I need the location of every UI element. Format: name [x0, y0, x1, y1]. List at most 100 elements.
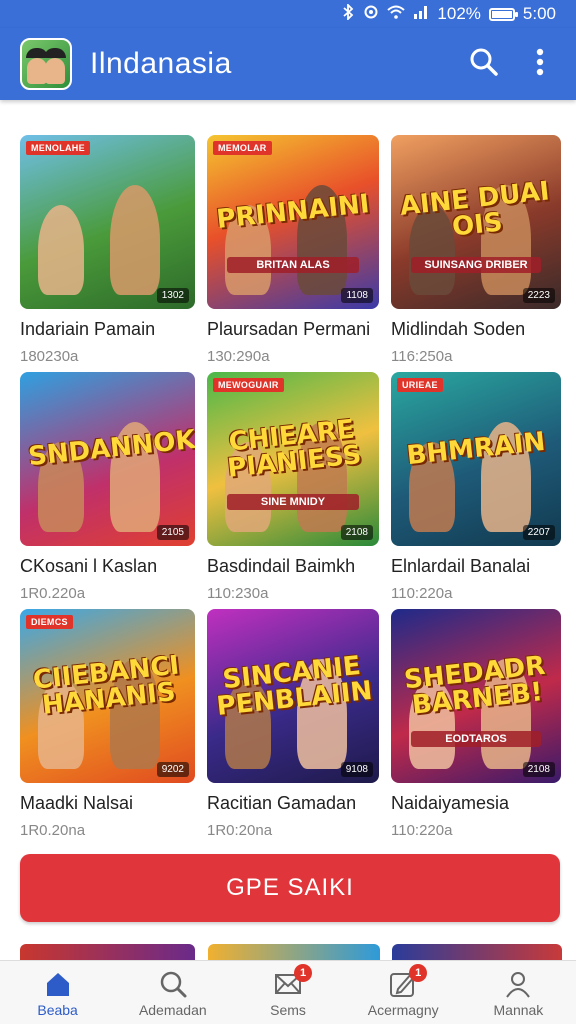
game-thumbnail[interactable]: SNDANNOK 2105 — [20, 372, 195, 546]
game-title[interactable]: Naidaiyamesia — [391, 793, 561, 814]
thumbnail-subline: SUINSANG DRIBER — [411, 257, 541, 273]
profile-icon — [502, 968, 534, 1000]
game-meta: 110:220a — [391, 585, 453, 602]
nav-label: Ademadan — [138, 1001, 207, 1018]
game-card[interactable]: SNDANNOK 2105 CKosani l Kaslan 1R0.220a — [20, 372, 195, 609]
thumbnail-headline: SNDANNOK — [26, 424, 195, 472]
thumbnail-count: 1108 — [341, 288, 373, 303]
game-thumbnail[interactable]: MEMOLAR PRINNAINI BRITAN ALAS 1108 — [207, 135, 379, 309]
mail-icon: 1 — [272, 963, 312, 1000]
thumbnail-count: 2108 — [340, 525, 373, 540]
battery-level — [491, 10, 512, 18]
game-card[interactable]: SINCANIE PENBLAIIN 9108 Racitian Gamadan 1R… — [207, 609, 379, 846]
app-root: 102% 5:00 Ilndanasia MENOLAHE 1302 Indaria… — [0, 0, 576, 1024]
nav-label: Beaba — [37, 1001, 78, 1018]
thumbnail-tag: MEMOLAR — [213, 141, 272, 155]
game-meta: 110:230a — [207, 585, 269, 602]
sync-icon — [363, 4, 379, 24]
thumbnail-headline: PRINNAINI — [215, 188, 371, 235]
game-title[interactable]: Midlindah Soden — [391, 319, 561, 340]
notification-badge: 1 — [409, 963, 428, 982]
game-title[interactable]: Plaursadan Permani — [207, 319, 379, 340]
character-figure — [38, 205, 84, 295]
edit-icon: 1 — [387, 963, 428, 1000]
thumbnail-count: 1302 — [156, 288, 189, 303]
game-card[interactable]: MEMOLAR PRINNAINI BRITAN ALAS 1108 Plaursada… — [207, 135, 379, 372]
nav-item-profile[interactable]: Mannak — [461, 961, 576, 1024]
game-title[interactable]: Racitian Gamadan — [207, 793, 379, 814]
game-meta: 1R0.220a — [20, 585, 86, 602]
game-thumbnail[interactable]: SINCANIE PENBLAIIN 9108 — [207, 609, 379, 783]
game-card[interactable]: MEWOGUAIR CHIEARE PIANIESS SINE MNIDY 2108 B… — [207, 372, 379, 609]
game-card[interactable]: URIEAE BHMRAIN 2207 Elnlardail Banalai 110:2… — [391, 372, 561, 609]
nav-label: Acermagny — [367, 1001, 439, 1018]
game-thumbnail[interactable]: URIEAE BHMRAIN 2207 — [391, 372, 561, 546]
thumbnail-subline: BRITAN ALAS — [227, 257, 359, 273]
search-icon — [469, 47, 499, 82]
clock: 5:00 — [522, 4, 556, 23]
game-thumbnail[interactable]: DIEMCS CIIEBANCI HANANIS 9202 — [20, 609, 195, 783]
thumbnail-tag: MENOLAHE — [26, 141, 90, 155]
bluetooth-icon — [341, 2, 355, 24]
battery-icon — [488, 7, 518, 21]
game-meta: 180230a — [20, 348, 79, 365]
nav-item-home[interactable]: Beaba — [0, 961, 115, 1024]
game-title[interactable]: Elnlardail Banalai — [391, 556, 561, 577]
thumbnail-tag: MEWOGUAIR — [213, 378, 284, 392]
thumbnail-subline: EODTAROS — [411, 731, 541, 747]
nav-item-search[interactable]: Ademadan — [115, 961, 230, 1024]
game-title[interactable]: Indariain Pamain — [20, 319, 195, 340]
thumbnail-count: 2223 — [522, 288, 555, 303]
logo-face — [27, 58, 47, 84]
app-bar: Ilndanasia — [0, 28, 576, 100]
game-meta: 1R0.20na — [20, 822, 86, 839]
thumbnail-count: 2105 — [156, 525, 189, 540]
bottom-navigation: Beaba Ademadan 1 Sems 1 Acermagny Mannak — [0, 960, 576, 1024]
game-card[interactable]: DIEMCS CIIEBANCI HANANIS 9202 Maadki Nalsai… — [20, 609, 195, 846]
thumbnail-subline: SINE MNIDY — [227, 494, 359, 510]
thumbnail-tag: URIEAE — [397, 378, 443, 392]
nav-label: Sems — [270, 1001, 306, 1018]
game-thumbnail[interactable]: MENOLAHE 1302 — [20, 135, 195, 309]
thumbnail-headline: SHEDADR BARNEB! — [402, 650, 547, 721]
cta-button[interactable]: GPE SAIKI — [20, 854, 560, 922]
game-thumbnail[interactable]: SHEDADR BARNEB! EODTAROS 2108 — [391, 609, 561, 783]
notification-badge: 1 — [294, 963, 312, 982]
game-title[interactable]: Maadki Nalsai — [20, 793, 195, 814]
thumbnail-headline: SINCANIE PENBLAIIN — [215, 650, 374, 722]
game-card[interactable]: SHEDADR BARNEB! EODTAROS 2108 Naidaiyamesia… — [391, 609, 561, 846]
thumbnail-headline: CIIEBANCI HANANIS — [31, 650, 181, 721]
app-logo[interactable] — [20, 38, 72, 90]
thumbnail-count: 9108 — [340, 762, 373, 777]
thumbnail-headline: CHIEARE PIANIESS — [225, 414, 363, 484]
wifi-icon — [387, 5, 406, 23]
thumbnail-tag: DIEMCS — [26, 615, 73, 629]
thumbnail-count: 2207 — [522, 525, 555, 540]
game-card[interactable]: AINE DUAI OIS SUINSANG DRIBER 2223 Midlinda… — [391, 135, 561, 372]
thumbnail-headline: BHMRAIN — [405, 426, 547, 471]
thumbnail-count: 2108 — [522, 762, 555, 777]
character-figure — [110, 185, 160, 295]
game-thumbnail[interactable]: MEWOGUAIR CHIEARE PIANIESS SINE MNIDY 2108 — [207, 372, 379, 546]
logo-face — [45, 58, 65, 84]
nav-item-edit[interactable]: 1 Acermagny — [346, 961, 461, 1024]
more-options-button[interactable] — [518, 42, 562, 86]
app-title: Ilndanasia — [90, 47, 232, 80]
status-bar: 102% 5:00 — [0, 0, 576, 28]
logo-hat — [44, 48, 66, 58]
game-card[interactable]: MENOLAHE 1302 Indariain Pamain 180230a — [20, 135, 195, 372]
game-title[interactable]: Basdindail Baimkh — [207, 556, 379, 577]
game-thumbnail[interactable]: AINE DUAI OIS SUINSANG DRIBER 2223 — [391, 135, 561, 309]
game-meta: 110:220a — [391, 822, 453, 839]
game-meta: 130:290a — [207, 348, 270, 365]
thumbnail-headline: AINE DUAI OIS — [398, 175, 551, 243]
nav-item-mail[interactable]: 1 Sems — [230, 961, 345, 1024]
search-icon — [157, 968, 189, 1000]
search-button[interactable] — [462, 42, 506, 86]
nav-label: Mannak — [493, 1001, 544, 1018]
signal-icon — [413, 5, 429, 23]
game-meta: 116:250a — [391, 348, 453, 365]
home-icon — [42, 968, 74, 1000]
game-grid: MENOLAHE 1302 Indariain Pamain 180230a MEMOL… — [20, 135, 562, 846]
game-title[interactable]: CKosani l Kaslan — [20, 556, 195, 577]
